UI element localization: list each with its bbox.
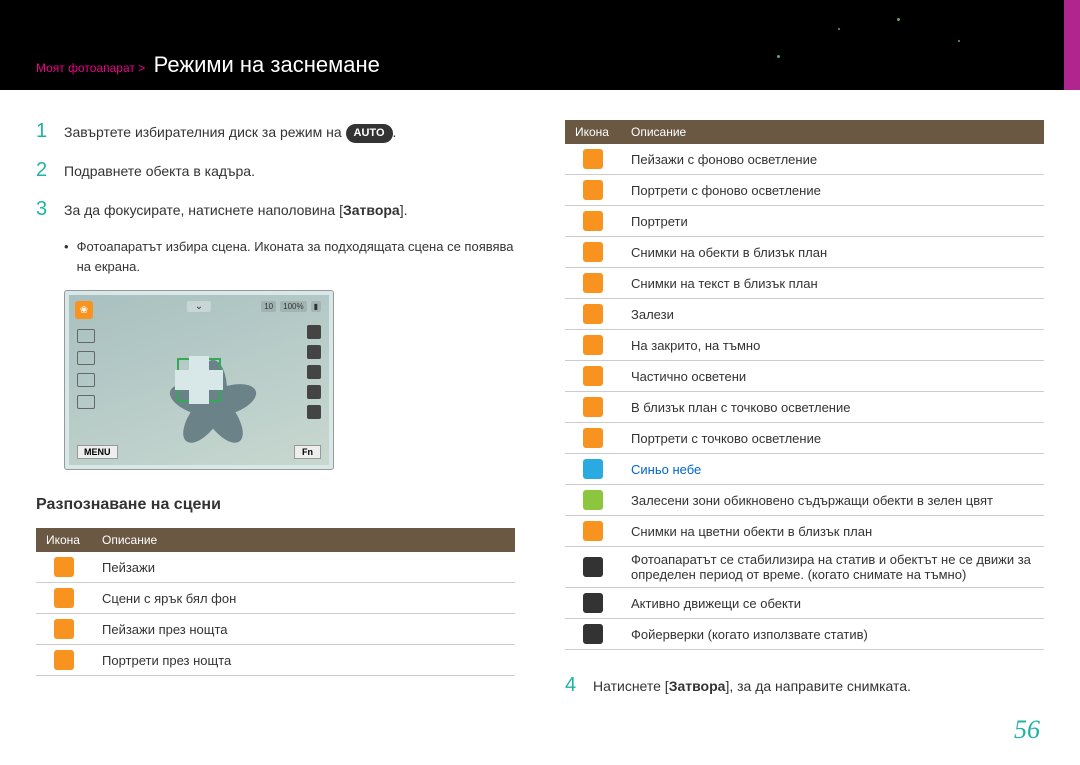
table-row: Залези xyxy=(565,299,1044,330)
table-row: В близък план с точково осветление xyxy=(565,392,1044,423)
scene-description: Снимки на цветни обекти в близък план xyxy=(621,516,1044,547)
scene-description: Пейзажи xyxy=(92,552,515,583)
table-row: Сцени с ярък бял фон xyxy=(36,583,515,614)
scene-description: Залесени зони обикновено съдържащи обект… xyxy=(621,485,1044,516)
scene-icon xyxy=(54,619,74,639)
scene-description: Снимки на обекти в близък план xyxy=(621,237,1044,268)
table-row: Портрети през нощта xyxy=(36,645,515,676)
scene-icon xyxy=(583,242,603,262)
step-2: 2 Подравнете обекта в кадъра. xyxy=(36,159,515,182)
menu-button: MENU xyxy=(77,445,118,459)
step-number: 3 xyxy=(36,198,64,221)
step-4: 4 Натиснете [Затвора], за да направите с… xyxy=(565,674,1044,697)
scene-description: Снимки на текст в близък план xyxy=(621,268,1044,299)
table-row: Пейзажи с фоново осветление xyxy=(565,144,1044,175)
table-row: Активно движещи се обекти xyxy=(565,588,1044,619)
step-1: 1 Завъртете избирателния диск за режим н… xyxy=(36,120,515,143)
step-number: 4 xyxy=(565,674,593,697)
table-row: Портрети xyxy=(565,206,1044,237)
scene-description: В близък план с точково осветление xyxy=(621,392,1044,423)
step-text: За да фокусирате, натиснете наполовина [… xyxy=(64,198,408,221)
scene-icon xyxy=(583,149,603,169)
step-3: 3 За да фокусирате, натиснете наполовина… xyxy=(36,198,515,221)
scene-icon xyxy=(583,459,603,479)
content: 1 Завъртете избирателния диск за режим н… xyxy=(0,90,1080,713)
scene-description: Залези xyxy=(621,299,1044,330)
scene-description: Пейзажи през нощта xyxy=(92,614,515,645)
breadcrumb: Моят фотоапарат > xyxy=(36,61,145,75)
screen-left-icons xyxy=(77,329,95,409)
scene-icon xyxy=(54,588,74,608)
table-row: Пейзажи през нощта xyxy=(36,614,515,645)
scene-description: Портрети през нощта xyxy=(92,645,515,676)
table-row: Снимки на текст в близък план xyxy=(565,268,1044,299)
th-desc: Описание xyxy=(621,120,1044,144)
scene-icon: ❀ xyxy=(75,301,93,319)
scene-icon xyxy=(583,397,603,417)
scene-icon xyxy=(54,650,74,670)
table-row: Портрети с точково осветление xyxy=(565,423,1044,454)
scene-icon xyxy=(583,366,603,386)
table-row: Пейзажи xyxy=(36,552,515,583)
scene-description: Портрети с фоново осветление xyxy=(621,175,1044,206)
screen-topbar: 10100%▮ xyxy=(261,301,321,312)
step-number: 2 xyxy=(36,159,64,182)
scene-icon xyxy=(583,211,603,231)
scene-icon xyxy=(583,490,603,510)
table-row: Частично осветени xyxy=(565,361,1044,392)
page-title: Режими на заснемане xyxy=(154,52,380,77)
scene-description: Частично осветени xyxy=(621,361,1044,392)
scene-icon xyxy=(583,273,603,293)
th-icon: Икона xyxy=(36,528,92,552)
scene-description: На закрито, на тъмно xyxy=(621,330,1044,361)
scene-table-right: Икона Описание Пейзажи с фоново осветлен… xyxy=(565,120,1044,650)
screen-side-icons xyxy=(307,325,321,419)
scene-description: Синьо небе xyxy=(621,454,1044,485)
page-header: Моят фотоапарат > Режими на заснемане xyxy=(0,0,1080,90)
scene-icon xyxy=(54,557,74,577)
step-number: 1 xyxy=(36,120,64,143)
scene-description: Пейзажи с фоново осветление xyxy=(621,144,1044,175)
scene-icon xyxy=(583,557,603,577)
scene-icon xyxy=(583,304,603,324)
th-icon: Икона xyxy=(565,120,621,144)
table-row: Залесени зони обикновено съдържащи обект… xyxy=(565,485,1044,516)
camera-screen-preview: ❀ ⌄ 10100%▮ MENU Fn xyxy=(64,290,334,470)
step-text: Подравнете обекта в кадъра. xyxy=(64,159,255,182)
right-column: Икона Описание Пейзажи с фоново осветлен… xyxy=(545,120,1044,713)
step-text: Натиснете [Затвора], за да направите сни… xyxy=(593,674,911,697)
page-number: 56 xyxy=(1014,715,1040,745)
table-row: Фотоапаратът се стабилизира на статив и … xyxy=(565,547,1044,588)
bullet-note: Фотоапаратът избира сцена. Иконата за по… xyxy=(64,237,515,276)
section-subtitle: Разпознаване на сцени xyxy=(36,496,515,514)
scene-description: Активно движещи се обекти xyxy=(621,588,1044,619)
chevron-down-icon: ⌄ xyxy=(187,301,211,312)
focus-indicator xyxy=(177,358,221,402)
table-row: Снимки на цветни обекти в близък план xyxy=(565,516,1044,547)
scene-description: Портрети с точково осветление xyxy=(621,423,1044,454)
scene-icon xyxy=(583,180,603,200)
fn-button: Fn xyxy=(294,445,321,459)
auto-badge: AUTO xyxy=(346,124,393,143)
table-row: Снимки на обекти в близък план xyxy=(565,237,1044,268)
scene-icon xyxy=(583,521,603,541)
table-row: Портрети с фоново осветление xyxy=(565,175,1044,206)
scene-description: Фойерверки (когато използвате статив) xyxy=(621,619,1044,650)
th-desc: Описание xyxy=(92,528,515,552)
scene-icon xyxy=(583,593,603,613)
scene-description: Портрети xyxy=(621,206,1044,237)
table-row: Фойерверки (когато използвате статив) xyxy=(565,619,1044,650)
scene-icon xyxy=(583,624,603,644)
scene-description: Фотоапаратът се стабилизира на статив и … xyxy=(621,547,1044,588)
step-text: Завъртете избирателния диск за режим на … xyxy=(64,120,396,143)
scene-icon xyxy=(583,335,603,355)
table-row: На закрито, на тъмно xyxy=(565,330,1044,361)
left-column: 1 Завъртете избирателния диск за режим н… xyxy=(36,120,545,713)
scene-table-left: Икона Описание ПейзажиСцени с ярък бял ф… xyxy=(36,528,515,676)
scene-description: Сцени с ярък бял фон xyxy=(92,583,515,614)
table-row: Синьо небе xyxy=(565,454,1044,485)
scene-icon xyxy=(583,428,603,448)
